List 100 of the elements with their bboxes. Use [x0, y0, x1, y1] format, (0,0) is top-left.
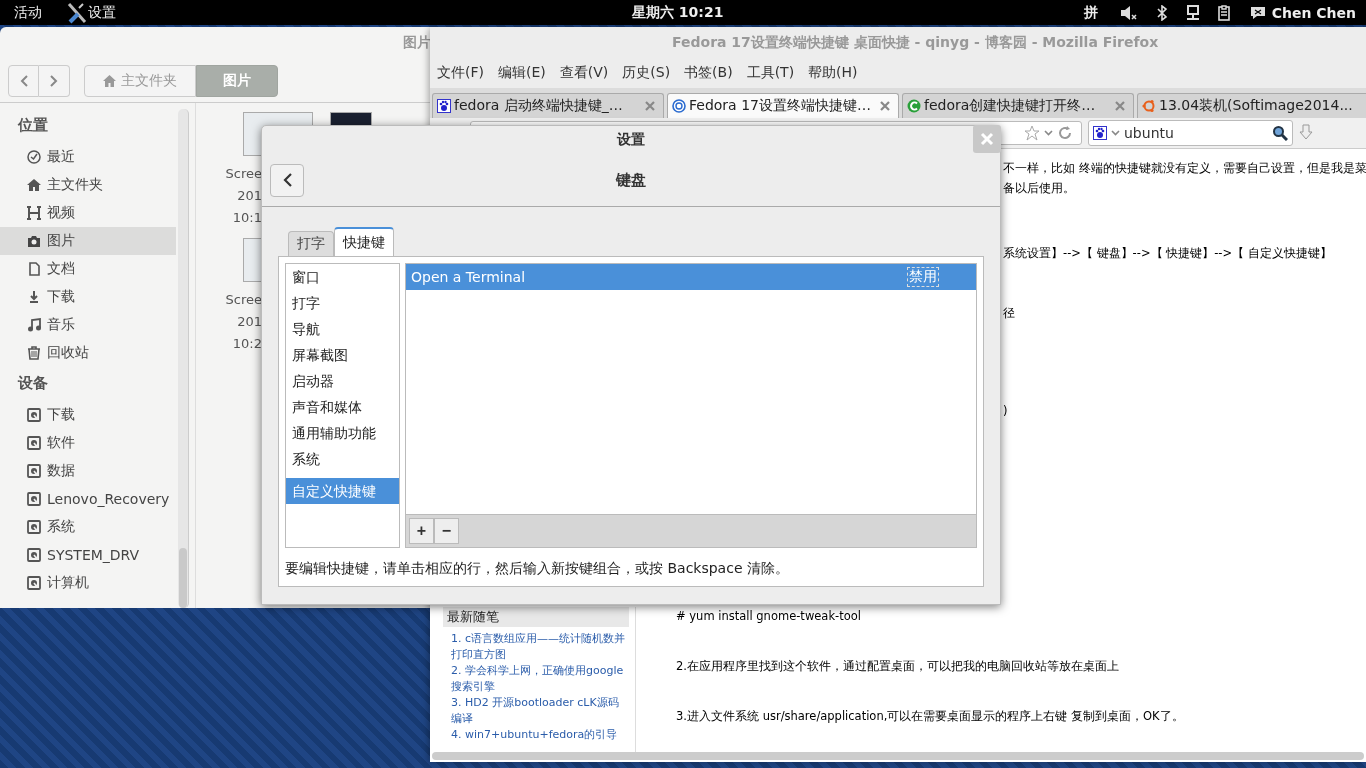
app-menu-label[interactable]: 设置: [88, 3, 116, 22]
document-icon: [27, 262, 41, 276]
post-link[interactable]: 2. 学会科学上网，正确使用google搜索引擎: [443, 663, 629, 695]
menu-item[interactable]: 工具(T): [746, 64, 795, 82]
clock-icon: [27, 150, 41, 164]
file-name[interactable]: 201: [237, 188, 262, 203]
article-text: 3.进入文件系统 usr/share/application,可以在需要桌面显示的程序上右键 复制到桌面，OK了。: [676, 708, 1184, 725]
battery-clipboard-icon[interactable]: [1217, 4, 1232, 21]
search-field[interactable]: ubuntu: [1088, 120, 1293, 146]
add-button[interactable]: +: [409, 518, 434, 544]
sidebar-item[interactable]: 回收站: [0, 339, 176, 367]
file-name[interactable]: 10:1: [232, 210, 262, 225]
dropdown-icon[interactable]: [1044, 130, 1053, 136]
sidebar-item[interactable]: SYSTEM_DRV: [0, 541, 176, 569]
scrollbar[interactable]: [178, 109, 189, 608]
tab-title: fedora创建快捷键打开终…: [924, 97, 1097, 115]
camera-icon: [27, 234, 41, 248]
sidebar-item[interactable]: 数据: [0, 457, 176, 485]
menu-item[interactable]: 帮助(H): [808, 64, 858, 82]
chevron-left-icon: [19, 75, 28, 87]
clock[interactable]: 星期六 10:21: [632, 3, 724, 22]
category-item[interactable]: 打字: [286, 290, 399, 316]
article-text: 径: [1003, 305, 1016, 322]
category-item[interactable]: 通用辅助功能: [286, 420, 399, 446]
browser-tab[interactable]: 13.04装机(Softimage2014...: [1137, 93, 1366, 118]
category-item[interactable]: 启动器: [286, 368, 399, 394]
sidebar-item[interactable]: 最近: [0, 143, 176, 171]
download-arrow-icon[interactable]: [1299, 124, 1313, 142]
music-note-icon: [27, 318, 41, 332]
window-title: 图片: [402, 33, 432, 52]
film-icon: [27, 206, 41, 220]
browser-tab[interactable]: fedora 启动终端快捷键_…: [432, 93, 664, 118]
menu-item[interactable]: 查看(V): [559, 64, 609, 82]
sidebar-item[interactable]: 软件: [0, 429, 176, 457]
browser-tab[interactable]: Fedora 17设置终端快捷键…: [667, 93, 899, 118]
close-icon[interactable]: [880, 101, 890, 111]
file-name[interactable]: 201: [237, 314, 262, 329]
tab[interactable]: 打字: [288, 231, 334, 256]
tab-title: Fedora 17设置终端快捷键…: [689, 97, 872, 115]
horizontal-scrollbar[interactable]: [432, 752, 1364, 760]
file-name[interactable]: Scree: [225, 166, 262, 181]
article-text: ): [1003, 403, 1009, 420]
browser-tab[interactable]: fedora创建快捷键打开终…: [902, 93, 1134, 118]
close-icon[interactable]: [645, 101, 655, 111]
chat-bubble-icon: [1249, 5, 1266, 20]
tab[interactable]: 快捷键: [334, 227, 394, 256]
post-link[interactable]: 4. win7+ubuntu+fedora的引导: [443, 727, 629, 743]
activities-button[interactable]: 活动: [10, 3, 46, 22]
category-item[interactable]: 导航: [286, 316, 399, 342]
tools-icon: [66, 1, 88, 24]
network-wired-icon[interactable]: [1185, 4, 1200, 21]
category-item[interactable]: 系统: [286, 446, 399, 472]
sidebar-item[interactable]: 下载: [0, 401, 176, 429]
category-item[interactable]: 窗口: [286, 264, 399, 290]
bluetooth-icon[interactable]: [1155, 4, 1168, 21]
panel-title: 键盘: [614, 170, 647, 190]
sidebar-heading: 最新随笔: [443, 607, 629, 627]
home-icon: [27, 178, 41, 192]
sidebar-item[interactable]: 系统: [0, 513, 176, 541]
remove-button[interactable]: −: [434, 518, 459, 544]
sidebar-item[interactable]: 下载: [0, 283, 176, 311]
category-item[interactable]: 屏幕截图: [286, 342, 399, 368]
close-icon[interactable]: [973, 125, 1001, 153]
back-button[interactable]: [270, 163, 304, 197]
sidebar-item[interactable]: 图片: [0, 227, 176, 255]
star-icon[interactable]: [1024, 125, 1040, 141]
file-name[interactable]: Scree: [225, 292, 262, 307]
post-link[interactable]: 3. HD2 开源bootloader cLK源码编译: [443, 695, 629, 727]
close-icon[interactable]: [1115, 101, 1125, 111]
forward-button[interactable]: [39, 65, 70, 97]
menu-item[interactable]: 历史(S): [622, 64, 671, 82]
article-text: # yum install gnome-tweak-tool: [676, 608, 862, 625]
menu-item[interactable]: 书签(B): [684, 64, 733, 82]
tab-title: 13.04装机(Softimage2014...: [1159, 97, 1354, 115]
category-item[interactable]: 声音和媒体: [286, 394, 399, 420]
reload-icon[interactable]: [1057, 125, 1073, 141]
drive-icon: [27, 436, 41, 450]
menu-item[interactable]: 文件(F): [437, 64, 484, 82]
drive-icon: [27, 520, 41, 534]
input-method-indicator[interactable]: 拼: [1083, 3, 1098, 22]
sidebar-item[interactable]: 主文件夹: [0, 171, 176, 199]
post-link[interactable]: 1. c语言数组应用——统计随机数并打印直方图: [443, 631, 629, 663]
sidebar-item[interactable]: 视频: [0, 199, 176, 227]
article-text: 不一样，比如 终端的快捷键就没有定义，需要自己设置，但是我是菜: [1003, 160, 1366, 177]
menu-item[interactable]: 编辑(E): [498, 64, 546, 82]
user-menu-label[interactable]: Chen Chen: [1271, 4, 1356, 21]
home-icon: [103, 75, 116, 87]
chevron-left-icon: [282, 173, 292, 187]
paw-icon: [1093, 126, 1107, 140]
window-title: Fedora 17设置终端快捷键 桌面快捷 - qinyg - 博客园 - Mozilla Firefox: [430, 27, 1366, 58]
sidebar-item[interactable]: 文档: [0, 255, 176, 283]
sidebar-item[interactable]: 计算机: [0, 569, 176, 597]
search-icon[interactable]: [1272, 125, 1288, 141]
volume-muted-icon[interactable]: [1119, 4, 1138, 21]
article-text: 系统设置】-->【 键盘】-->【 快捷键】-->【 自定义快捷键】: [1003, 245, 1333, 262]
sidebar-item[interactable]: 音乐: [0, 311, 176, 339]
article-text: 备以后使用。: [1003, 180, 1076, 197]
sidebar-heading: 位置: [16, 115, 49, 136]
sidebar-item[interactable]: Lenovo_Recovery: [0, 485, 176, 513]
file-name[interactable]: 10:2: [232, 336, 262, 351]
